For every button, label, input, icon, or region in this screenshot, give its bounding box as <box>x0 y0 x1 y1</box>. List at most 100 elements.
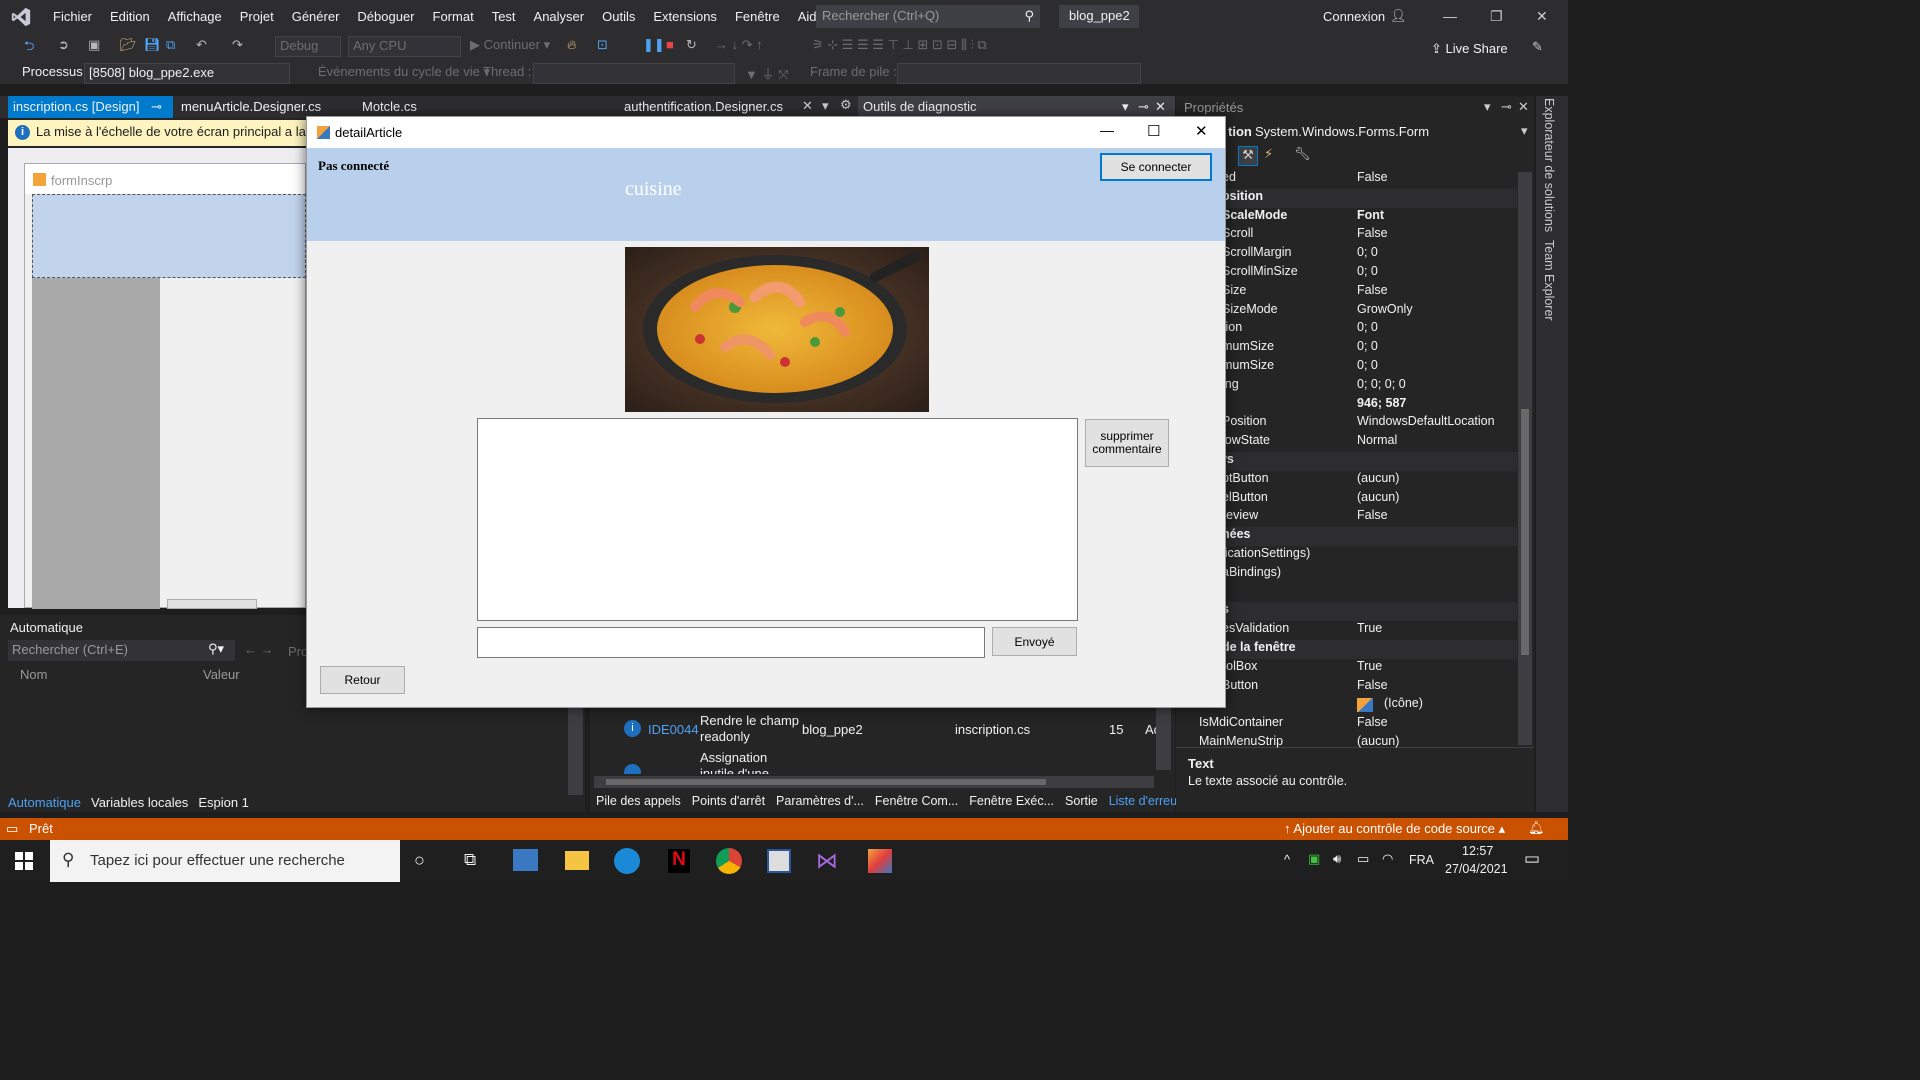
side-panel-design[interactable] <box>32 278 160 609</box>
tab-command-window[interactable]: Fenêtre Com... <box>875 794 958 808</box>
wamp-icon[interactable] <box>767 849 791 873</box>
property-row[interactable]: mumSize 0; 0 <box>1182 339 1517 358</box>
back-button[interactable]: Retour <box>320 666 405 694</box>
maximize-icon[interactable]: ☐ <box>1147 122 1160 140</box>
close-icon[interactable]: ✕ <box>1195 122 1208 140</box>
chrome-icon[interactable] <box>716 848 742 874</box>
property-row[interactable]: ScrollMinSize 0; 0 <box>1182 264 1517 283</box>
tray-app-icon[interactable]: ▣ <box>1308 851 1320 867</box>
menu-analyser[interactable]: Analyser <box>525 9 594 24</box>
menu-outils[interactable]: Outils <box>593 9 644 24</box>
save-icon[interactable]: 💾︎ <box>144 37 161 53</box>
forward-icon[interactable]: ➲ <box>58 37 69 53</box>
platform-select[interactable]: Any CPU <box>348 36 461 57</box>
horizontal-scrollbar[interactable] <box>594 776 1154 788</box>
stop-icon[interactable]: ■ <box>666 37 674 52</box>
property-row[interactable]: osition <box>1182 188 1517 208</box>
clock-date[interactable]: 27/04/2021 <box>1445 862 1508 876</box>
property-row[interactable]: Scroll False <box>1182 226 1517 245</box>
wifi-icon[interactable]: ◠ <box>1382 851 1393 867</box>
live-share-button[interactable]: ⇪ Live Share <box>1431 41 1508 57</box>
user-icon[interactable]: 👤︎ <box>1390 8 1407 24</box>
property-row[interactable] <box>1182 584 1517 603</box>
property-row[interactable]: rolBox True <box>1182 659 1517 678</box>
process-select[interactable]: [8508] blog_ppe2.exe <box>84 63 290 84</box>
events-icon[interactable]: ⚡ <box>1264 146 1273 162</box>
sign-in-link[interactable]: Connexion <box>1323 9 1385 24</box>
restore-icon[interactable]: ❐ <box>1490 8 1503 25</box>
settings-gear-icon[interactable]: ⚙ <box>840 97 852 113</box>
vs-search-box[interactable]: Rechercher (Ctrl+Q) ⚲ <box>816 5 1040 28</box>
comment-input[interactable] <box>477 627 985 658</box>
property-row[interactable]: Icon(Icône) <box>1182 696 1517 715</box>
minimize-icon[interactable]: — <box>1100 122 1114 138</box>
pin-icon[interactable]: ⊸ <box>1138 99 1149 115</box>
app-icon[interactable] <box>868 849 892 873</box>
pin-icon[interactable]: ⊸ <box>1501 99 1512 115</box>
property-row[interactable]: elButton (aucun) <box>1182 490 1517 509</box>
button-design[interactable] <box>167 599 257 609</box>
dropdown-icon[interactable]: ▾ <box>1122 99 1129 115</box>
netflix-icon[interactable]: N <box>668 849 690 873</box>
menu-générer[interactable]: Générer <box>283 9 349 24</box>
edge-icon[interactable] <box>614 848 640 874</box>
clock-time[interactable]: 12:57 <box>1462 844 1493 858</box>
tab-exception-settings[interactable]: Paramètres d'... <box>776 794 864 808</box>
tab-call-stack[interactable]: Pile des appels <box>596 794 681 808</box>
object-selector[interactable]: tion System.Windows.Forms.Form ▾ <box>1182 121 1532 141</box>
menu-affichage[interactable]: Affichage <box>159 9 231 24</box>
frame-select[interactable] <box>897 63 1141 84</box>
tab-authentification-designer[interactable]: authentification.Designer.cs <box>619 96 788 118</box>
form-inscrp-design[interactable]: formInscrp <box>24 163 306 609</box>
lifecycle-events[interactable]: Événements du cycle de vie ▾ <box>318 64 490 80</box>
property-row[interactable]: ScaleMode Font <box>1182 208 1517 227</box>
header-panel-design[interactable] <box>32 194 306 278</box>
menu-edition[interactable]: Edition <box>101 9 159 24</box>
thread-select[interactable] <box>533 63 735 84</box>
windows-start-icon[interactable] <box>15 852 33 870</box>
taskbar-search-box[interactable]: ⚲ Tapez ici pour effectuer une recherche <box>50 840 400 882</box>
show-next-statement-icon[interactable]: → ↓ ↷ ↑ <box>715 37 763 53</box>
menu-test[interactable]: Test <box>483 9 525 24</box>
property-row[interactable]: Position WindowsDefaultLocation <box>1182 414 1517 433</box>
connect-button[interactable]: Se connecter <box>1100 153 1212 181</box>
property-row[interactable]: IsMdiContainer False <box>1182 715 1517 734</box>
tab-close-icon[interactable]: ✕ <box>802 98 813 114</box>
tab-menuarticle-designer[interactable]: menuArticle.Designer.cs <box>176 96 326 118</box>
property-row[interactable]: SizeMode GrowOnly <box>1182 302 1517 321</box>
pause-icon[interactable]: ❚❚ <box>643 37 665 53</box>
source-control-button[interactable]: ↑ Ajouter au contrôle de code source ▴ <box>1284 821 1505 837</box>
props-scrollbar[interactable] <box>1518 172 1532 745</box>
send-button[interactable]: Envoyé <box>992 627 1077 656</box>
property-row[interactable]: tion 0; 0 <box>1182 320 1517 339</box>
error-row[interactable]: i IDE0044 Rendre le champ readonly blog_… <box>590 712 1165 746</box>
tab-inscription-design[interactable]: inscription.cs [Design] ⊸ ✕ <box>8 96 173 130</box>
notifications-icon[interactable]: 🔔︎ <box>1528 820 1545 836</box>
properties-view-icon[interactable]: ⚒ <box>1238 146 1258 166</box>
close-icon[interactable]: ✕ <box>1518 99 1529 115</box>
property-row[interactable]: licationSettings) <box>1182 546 1517 565</box>
error-code[interactable]: IDE0044 <box>648 722 699 737</box>
undo-icon[interactable]: ↶ <box>196 37 207 53</box>
property-pages-icon[interactable]: 🔧︎ <box>1294 146 1311 162</box>
menu-extensions[interactable]: Extensions <box>644 9 726 24</box>
property-row[interactable]: ing 0; 0; 0; 0 <box>1182 377 1517 396</box>
feedback-icon[interactable]: ✎ <box>1532 39 1543 55</box>
property-row[interactable]: de la fenêtre <box>1182 640 1517 659</box>
menu-déboguer[interactable]: Déboguer <box>348 9 423 24</box>
filter-icon[interactable]: ▼ ⏚ ⤧ <box>745 64 789 83</box>
property-row[interactable]: ScrollMargin 0; 0 <box>1182 245 1517 264</box>
property-row[interactable]: MainMenuStrip (aucun) <box>1182 734 1517 753</box>
cortana-icon[interactable]: ○ <box>414 850 425 871</box>
team-explorer-tab[interactable]: Team Explorer <box>1542 240 1556 321</box>
comments-textarea[interactable] <box>477 418 1078 621</box>
action-center-icon[interactable]: ▭ <box>1524 849 1540 869</box>
property-row[interactable]: s <box>1182 602 1517 622</box>
property-row[interactable]: aBindings) <box>1182 565 1517 584</box>
tab-output[interactable]: Sortie <box>1065 794 1098 808</box>
close-icon[interactable]: ✕ <box>1536 8 1548 25</box>
restart-icon[interactable]: ↻ <box>686 37 697 53</box>
scroll-thumb[interactable] <box>1521 409 1529 655</box>
property-row[interactable]: mumSize 0; 0 <box>1182 358 1517 377</box>
save-all-icon[interactable]: ⧉ <box>166 37 175 53</box>
